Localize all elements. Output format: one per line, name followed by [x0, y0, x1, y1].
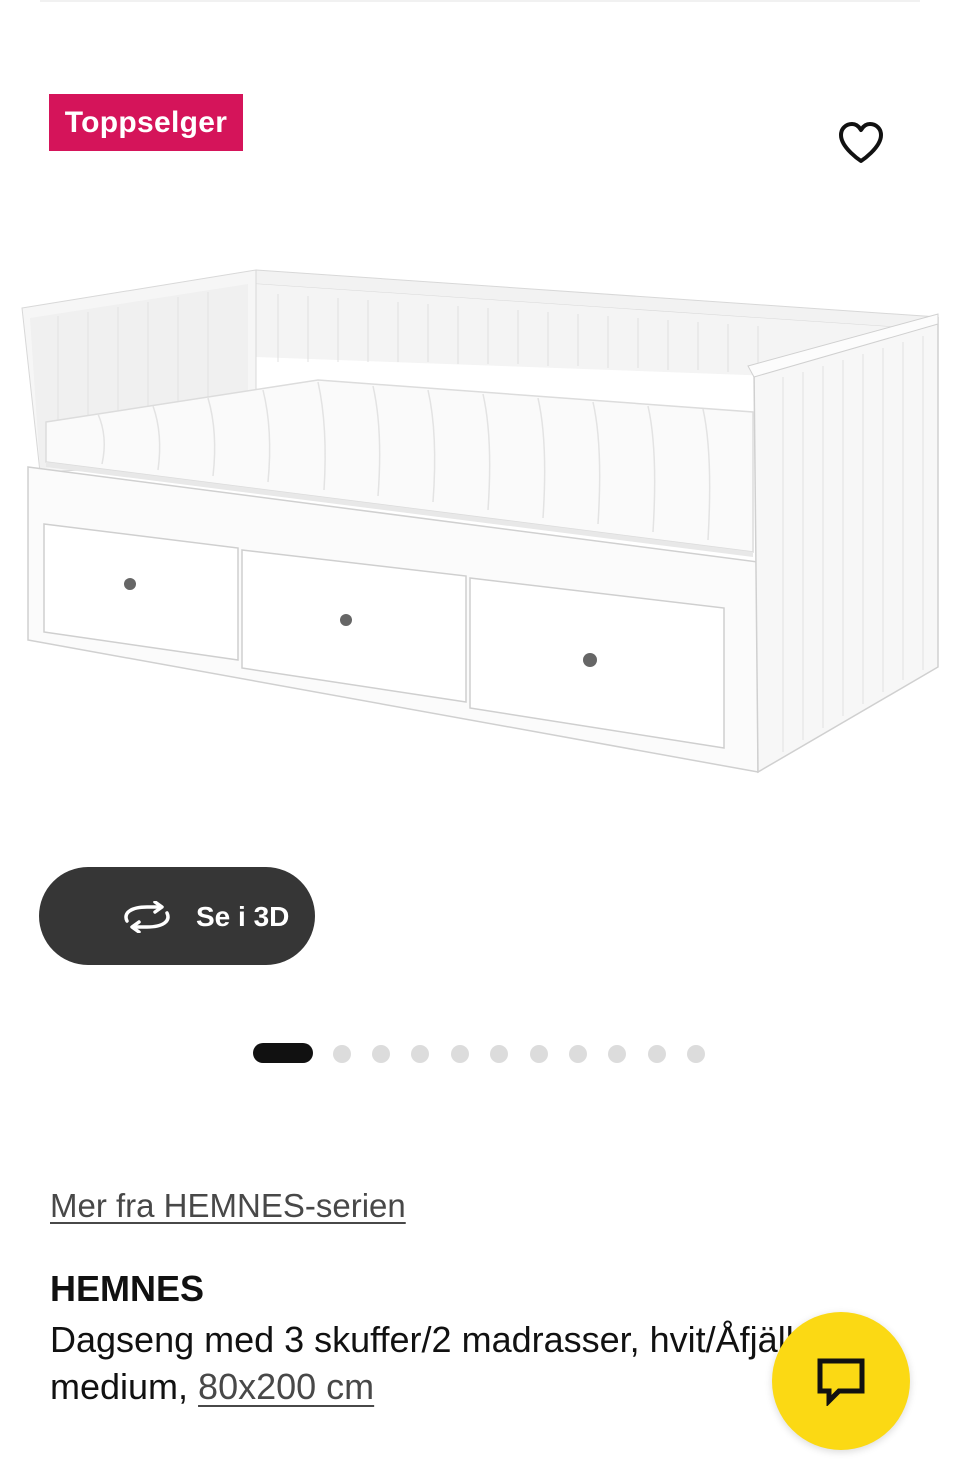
carousel-dot[interactable]	[451, 1045, 469, 1063]
top-divider	[40, 0, 920, 2]
carousel-dot[interactable]	[372, 1045, 390, 1063]
carousel-dot[interactable]	[490, 1045, 508, 1063]
product-name: HEMNES	[50, 1268, 205, 1309]
carousel-dot[interactable]	[411, 1045, 429, 1063]
size-link[interactable]: 80x200 cm	[198, 1366, 374, 1407]
favorite-button[interactable]	[832, 114, 890, 172]
chat-button[interactable]	[772, 1312, 910, 1450]
rotate-3d-icon	[124, 901, 170, 933]
carousel-dot[interactable]	[687, 1045, 705, 1063]
carousel-dot[interactable]	[530, 1045, 548, 1063]
top-seller-badge: Toppselger	[49, 94, 243, 151]
carousel-dot[interactable]	[608, 1045, 626, 1063]
product-image[interactable]	[18, 262, 943, 782]
chat-icon	[817, 1358, 865, 1406]
series-link[interactable]: Mer fra HEMNES-serien	[50, 1186, 406, 1226]
carousel-dot[interactable]	[648, 1045, 666, 1063]
carousel-dot[interactable]	[333, 1045, 351, 1063]
carousel-dot[interactable]	[569, 1045, 587, 1063]
view-3d-label: Se i 3D	[196, 901, 290, 932]
carousel-dot-active[interactable]	[253, 1043, 313, 1063]
view-3d-button[interactable]: Se i 3D	[39, 867, 315, 965]
product-description-text: Dagseng med 3 skuffer/2 madrasser, hvit/…	[50, 1319, 794, 1407]
heart-icon	[839, 122, 883, 163]
